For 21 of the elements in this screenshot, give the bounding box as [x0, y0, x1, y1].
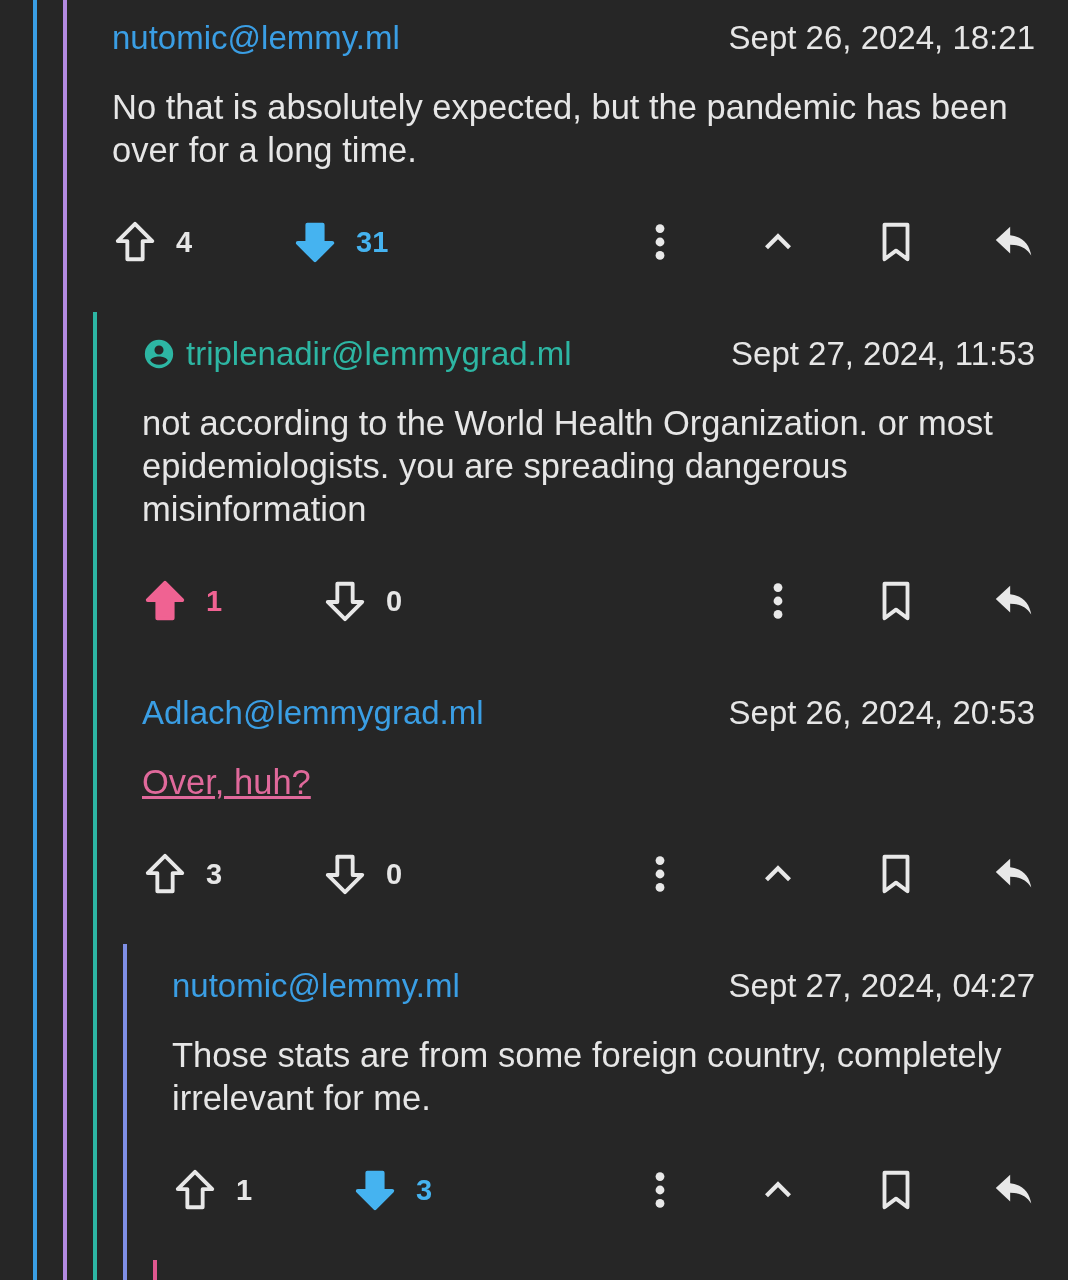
author-name[interactable]: nutomic@lemmy.ml	[172, 967, 460, 1005]
comment-date: Sept 27, 2024, 11:53	[731, 335, 1035, 373]
upvote-count: 1	[206, 584, 223, 618]
upvote-count: 4	[176, 225, 193, 259]
author-name[interactable]: triplenadir@lemmygrad.ml	[142, 335, 572, 373]
comment-date: Sept 26, 2024, 20:53	[728, 694, 1035, 732]
comment-text: not according to the World Health Organization. or most epidemiologists. you are spreading dangerous misinformation	[142, 403, 994, 530]
body-link[interactable]: Over, huh?	[142, 763, 311, 801]
upvote-count: 1	[236, 1173, 253, 1207]
comment-date: Sept 26, 2024, 18:21	[728, 19, 1035, 57]
comment-text: Those stats are from some foreign country, completely irrelevant for me.	[172, 1035, 1003, 1119]
account-icon	[142, 337, 176, 371]
downvote-count: 31	[356, 225, 389, 259]
comment-text: No that is absolutely expected, but the pandemic has been over for a long time.	[112, 87, 1009, 171]
author-name[interactable]: Adlach@lemmygrad.ml	[142, 694, 484, 732]
downvote-count: 0	[386, 584, 403, 618]
downvote-count: 3	[416, 1173, 433, 1207]
upvote-count: 3	[206, 857, 223, 891]
downvote-count: 0	[386, 857, 403, 891]
comment-date: Sept 27, 2024, 04:27	[728, 967, 1035, 1005]
author-name[interactable]: nutomic@lemmy.ml	[112, 19, 400, 57]
